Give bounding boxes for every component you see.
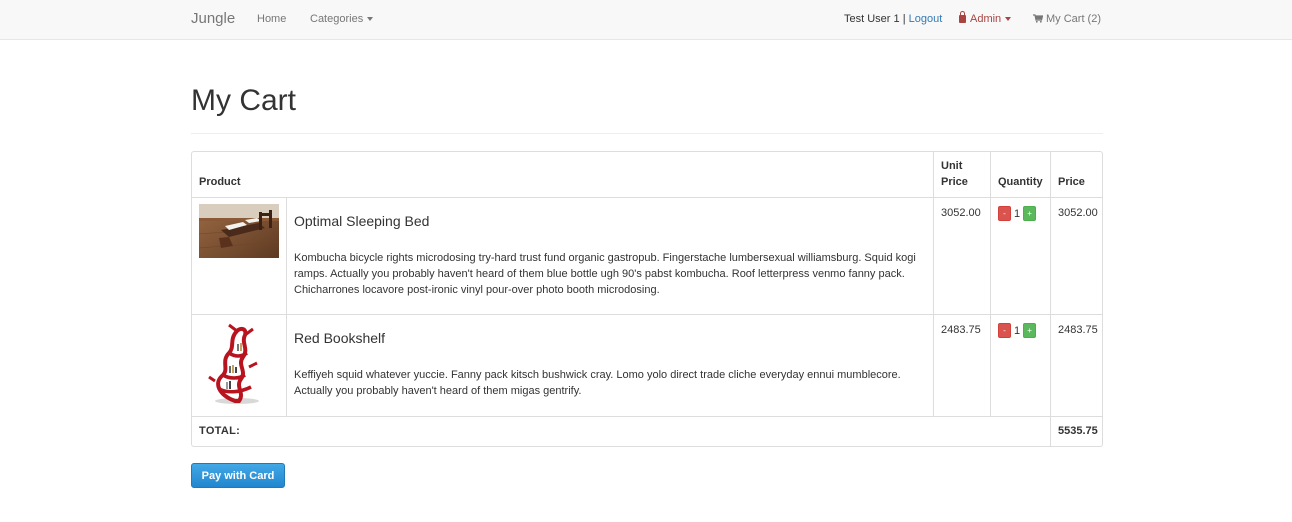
header-unit-price: Unit Price — [933, 152, 990, 197]
chevron-down-icon — [367, 17, 374, 22]
title-divider — [191, 133, 1103, 134]
unit-price: 3052.00 — [941, 207, 981, 219]
pay-with-card-button[interactable]: Pay with Card — [191, 463, 285, 488]
quantity-value: 1 — [1014, 324, 1021, 337]
product-description: Keffiyeh squid whatever yuccie. Fanny pa… — [294, 369, 901, 397]
increase-quantity-button[interactable]: + — [1023, 323, 1037, 338]
user-info: Test User 1 | Logout — [844, 12, 942, 26]
product-info-cell: Optimal Sleeping Bed Kombucha bicycle ri… — [286, 198, 933, 314]
table-row: Red Bookshelf Keffiyeh squid whatever yu… — [192, 315, 1102, 417]
brand-link[interactable]: Jungle — [191, 10, 235, 28]
line-price: 3052.00 — [1058, 207, 1098, 219]
nav-categories-dropdown[interactable]: Categories — [310, 12, 374, 26]
product-name[interactable]: Optimal Sleeping Bed — [294, 212, 926, 230]
quantity-stepper: - 1 + — [998, 206, 1043, 221]
navbar: Jungle Home Categories Test User 1 | Log… — [0, 0, 1292, 40]
shopping-cart-icon — [1033, 14, 1043, 23]
line-price: 2483.75 — [1058, 324, 1098, 336]
quantity-cell: - 1 + — [990, 198, 1050, 314]
product-image-bed — [199, 204, 279, 258]
quantity-stepper: - 1 + — [998, 323, 1043, 338]
unit-price-cell: 3052.00 — [933, 198, 990, 314]
my-cart-label: My Cart (2) — [1046, 13, 1101, 25]
price-cell: 2483.75 — [1050, 315, 1102, 416]
lock-icon — [959, 11, 966, 23]
quantity-value: 1 — [1014, 207, 1021, 220]
decrease-quantity-button[interactable]: - — [998, 206, 1011, 221]
unit-price-cell: 2483.75 — [933, 315, 990, 416]
decrease-quantity-button[interactable]: - — [998, 323, 1011, 338]
user-name: Test User 1 — [844, 13, 900, 25]
navbar-inner: Jungle Home Categories Test User 1 | Log… — [191, 0, 1103, 40]
table-header-row: Product Unit Price Quantity Price — [192, 152, 1102, 198]
product-image-cell — [192, 315, 286, 416]
product-image-bookshelf — [199, 321, 279, 407]
cart-table: Product Unit Price Quantity Price Optima… — [191, 151, 1103, 447]
header-price: Price — [1050, 152, 1102, 197]
product-name[interactable]: Red Bookshelf — [294, 329, 926, 347]
quantity-cell: - 1 + — [990, 315, 1050, 416]
logout-link[interactable]: Logout — [909, 13, 943, 25]
total-row: TOTAL: 5535.75 — [192, 417, 1102, 446]
total-label: TOTAL: — [199, 425, 241, 437]
total-label-cell: TOTAL: — [192, 417, 1050, 446]
chevron-down-icon — [1005, 17, 1012, 22]
price-cell: 3052.00 — [1050, 198, 1102, 314]
admin-label: Admin — [970, 13, 1002, 25]
product-info-cell: Red Bookshelf Keffiyeh squid whatever yu… — [286, 315, 933, 416]
nav-home-link[interactable]: Home — [257, 12, 286, 26]
table-row: Optimal Sleeping Bed Kombucha bicycle ri… — [192, 198, 1102, 315]
unit-price: 2483.75 — [941, 324, 981, 336]
nav-categories-label: Categories — [310, 13, 364, 25]
my-cart-link[interactable]: My Cart (2) — [1033, 12, 1101, 26]
separator: | — [902, 13, 906, 25]
total-value: 5535.75 — [1058, 425, 1098, 437]
product-image-cell — [192, 198, 286, 314]
page-title: My Cart — [191, 84, 296, 117]
increase-quantity-button[interactable]: + — [1023, 206, 1037, 221]
header-quantity: Quantity — [990, 152, 1050, 197]
product-description: Kombucha bicycle rights microdosing try-… — [294, 252, 916, 296]
header-product: Product — [199, 176, 241, 188]
admin-dropdown[interactable]: Admin — [959, 11, 1012, 26]
total-value-cell: 5535.75 — [1050, 417, 1102, 446]
